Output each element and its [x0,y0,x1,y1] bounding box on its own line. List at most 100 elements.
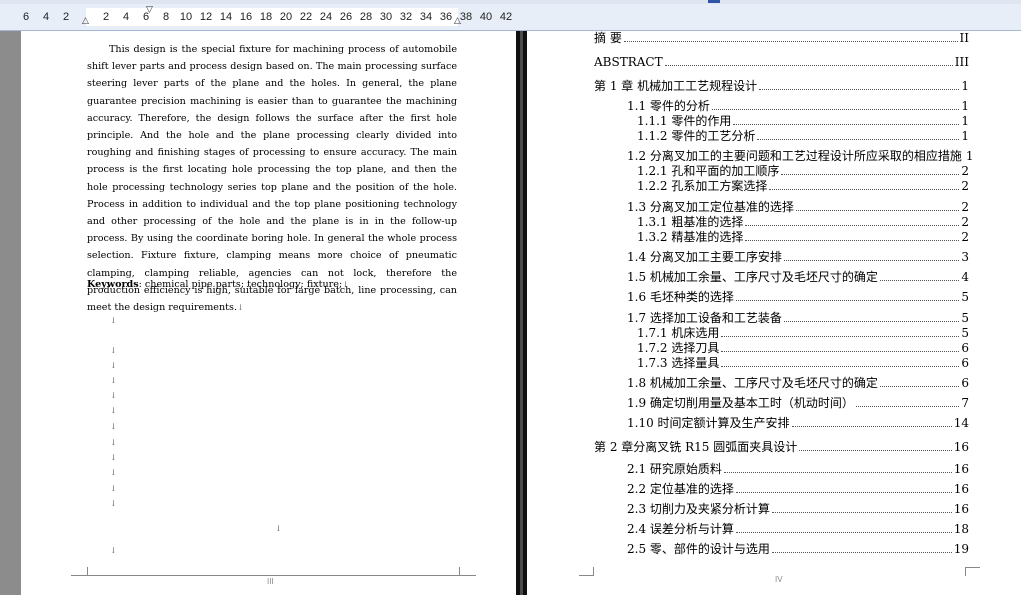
toc-entry[interactable]: 1.6 毛坯种类的选择 5 [627,290,969,304]
toc-entry-title: 1.6 毛坯种类的选择 [627,290,734,304]
ruler-tick: 40 [479,11,493,23]
toc-entry-page: 1 [961,114,969,128]
toc-entry-page: 2 [961,179,969,193]
ruler-tick: 16 [239,11,253,23]
toc-entry-title: 1.1.1 零件的作用 [637,114,732,128]
empty-paragraph-mark: ↓ [110,484,117,493]
toc-entry-title: 2.3 切削力及夹紧分析计算 [627,502,770,516]
toc-entry-title: 第 1 章 机械加工工艺规程设计 [594,79,758,93]
toc-entry[interactable]: 1.1.1 零件的作用 1 [637,114,969,128]
ruler-tick: 4 [122,11,130,23]
toc-entry-title: 1.9 确定切削用量及基本工时（机动时间） [627,396,854,410]
toc-entry-page: 7 [961,396,969,410]
crop-mark [965,567,980,576]
crop-mark [71,567,88,576]
page-number: III [267,577,274,586]
keywords-line[interactable]: Keywords: chemical pipe parts; technolog… [87,279,349,290]
toc-entry[interactable]: 1.7.2 选择刀具 6 [637,341,969,355]
toc-entry[interactable]: 2.5 零、部件的设计与选用 19 [627,542,969,556]
ruler-tick: 22 [299,11,313,23]
empty-paragraph-mark: ↓ [110,453,117,462]
toc-entry-page: 6 [961,376,969,390]
page-separator [516,31,527,595]
toc-entry[interactable]: 1.9 确定切削用量及基本工时（机动时间） 7 [627,396,969,410]
toc-entry-title: 2.1 研究原始质料 [627,462,722,476]
toc-entry-page: 1 [961,79,969,93]
toc-entry[interactable]: ABSTRACT III [594,55,969,69]
toc-leader-dots [791,418,952,427]
toc-entry-page: 1 [965,149,974,163]
ruler-tick: 14 [219,11,233,23]
page-iv[interactable]: 摘 要 II ABSTRACT III 第 1 章 机械加工工艺规程设计 1 1.1 零件的… [527,31,1021,595]
toc-entry-page: 6 [961,341,969,355]
empty-paragraph-mark: ↓ [110,316,117,325]
toc-entry[interactable]: 1.7 选择加工设备和工艺装备 5 [627,311,969,325]
toc-entry[interactable]: 摘 要 II [594,31,969,45]
empty-paragraph-mark: ↓ [110,468,117,477]
toc-entry-title: 1.4 分离叉加工主要工序安排 [627,250,782,264]
toc-entry[interactable]: 1.1.2 零件的工艺分析 1 [637,129,969,143]
toc-entry[interactable]: 2.3 切削力及夹紧分析计算 16 [627,502,969,516]
table-of-contents: 摘 要 II ABSTRACT III 第 1 章 机械加工工艺规程设计 1 1.1 零件的… [527,31,1021,595]
abstract-text: This design is the special fixture for m… [87,44,457,314]
toc-entry-page: 16 [953,462,969,476]
toc-leader-dots [723,464,952,473]
toc-entry[interactable]: 1.1 零件的分析 1 [627,99,969,113]
toc-entry-title: 2.4 误差分析与计算 [627,522,734,536]
toc-entry[interactable]: 1.7.3 选择量具 6 [637,356,969,370]
toc-entry-page: 16 [953,502,969,516]
toc-entry[interactable]: 1.3.1 粗基准的选择 2 [637,215,969,229]
empty-paragraph-mark: ↓ [275,524,282,533]
toc-leader-dots [771,504,952,513]
toc-entry-page: II [959,31,969,45]
toc-entry[interactable]: 1.3 分离叉加工定位基准的选择 2 [627,200,969,214]
page-number: IV [775,575,783,584]
abstract-paragraph[interactable]: This design is the special fixture for m… [87,41,457,316]
toc-entry-page: 1 [961,129,969,143]
ruler-tick: 2 [102,11,110,23]
toc-entry[interactable]: 1.4 分离叉加工主要工序安排 3 [627,250,969,264]
ruler-tick: 34 [419,11,433,23]
toc-entry[interactable]: 1.10 时间定额计算及生产安排 14 [627,416,969,430]
toc-entry[interactable]: 2.1 研究原始质料 16 [627,462,969,476]
toc-entry[interactable]: 1.8 机械加工余量、工序尺寸及毛坯尺寸的确定 6 [627,376,969,390]
toc-entry-page: 5 [961,311,969,325]
toc-entry-title: 1.1 零件的分析 [627,99,710,113]
toc-leader-dots [771,544,952,553]
toc-entry-title: 1.2.2 孔系加工方案选择 [637,179,768,193]
toc-entry[interactable]: 2.2 定位基准的选择 16 [627,482,969,496]
ruler-tick: 18 [259,11,273,23]
crop-mark [459,567,476,576]
first-line-indent-marker[interactable]: ▽ [146,6,153,15]
toc-entry-page: 3 [961,250,969,264]
toc-entry-title: 第 2 章分离叉铣 R15 圆弧面夹具设计 [594,440,798,454]
toc-entry[interactable]: 1.2.2 孔系加工方案选择 2 [637,179,969,193]
toc-entry[interactable]: 1.2 分离叉加工的主要问题和工艺过程设计所应采取的相应措施 1 [627,149,974,163]
toc-leader-dots [879,378,960,387]
horizontal-ruler[interactable]: 6 4 2 2 4 6 8 10 12 14 16 18 20 22 24 26 28 30 32 34 36 38 40 4… [0,4,1021,31]
toc-leader-dots [757,131,960,140]
keywords-label: Keywords [87,279,139,290]
toc-entry-title: 1.5 机械加工余量、工序尺寸及毛坯尺寸的确定 [627,270,878,284]
ruler-tick: 26 [339,11,353,23]
toc-entry[interactable]: 1.2.1 孔和平面的加工顺序 2 [637,164,969,178]
toc-entry[interactable]: 第 2 章分离叉铣 R15 圆弧面夹具设计 16 [594,440,969,454]
toc-entry[interactable]: 2.4 误差分析与计算 18 [627,522,969,536]
toc-entry-title: ABSTRACT [594,55,663,69]
right-indent-marker[interactable]: △ [454,17,461,26]
left-gutter [0,31,21,595]
toc-leader-dots [721,358,960,367]
toc-entry[interactable]: 第 1 章 机械加工工艺规程设计 1 [594,79,969,93]
crop-mark [579,567,594,576]
paragraph-mark: ↓ [342,280,349,289]
toc-entry[interactable]: 1.7.1 机床选用 5 [637,326,969,340]
paragraph-mark: ↓ [237,303,244,313]
toc-entry[interactable]: 1.5 机械加工余量、工序尺寸及毛坯尺寸的确定 4 [627,270,969,284]
toc-entry-page: III [954,55,969,69]
toc-entry[interactable]: 1.3.2 精基准的选择 2 [637,230,969,244]
ruler-tick: 28 [359,11,373,23]
left-indent-marker[interactable]: △ [82,17,89,26]
page-iii[interactable]: This design is the special fixture for m… [21,31,516,595]
ruler-tick: 32 [399,11,413,23]
ruler-tick: 6 [22,11,30,23]
